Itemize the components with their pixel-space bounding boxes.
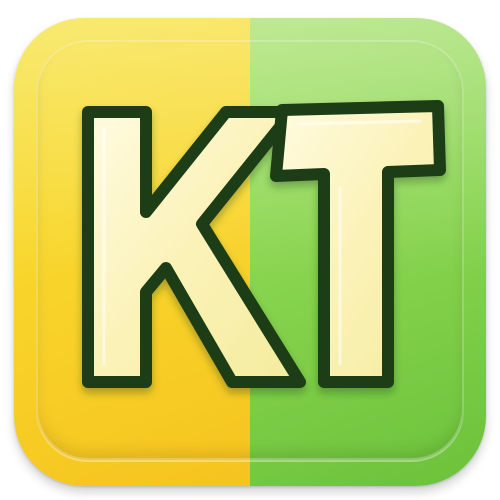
icon-canvas: [0, 0, 500, 500]
kt-monogram-logo: [82, 100, 446, 388]
letter-t-shape: [270, 100, 446, 388]
letter-k-shape: [82, 106, 306, 388]
